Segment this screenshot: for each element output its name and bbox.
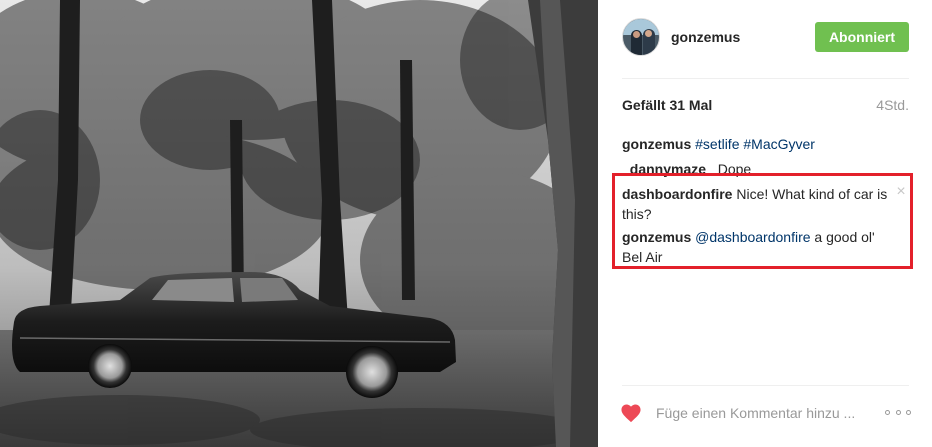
post-photo — [0, 0, 598, 447]
post-side-panel: gonzemus Abonniert Gefällt 31 Mal 4Std. … — [598, 0, 932, 447]
comment-input[interactable] — [656, 401, 876, 425]
hashtag-link[interactable]: #MacGyver — [743, 136, 815, 152]
comment-username[interactable]: gonzemus — [622, 136, 691, 152]
footer-divider — [622, 385, 909, 386]
more-options-icon[interactable] — [885, 407, 911, 417]
post-timestamp[interactable]: 4Std. — [876, 97, 909, 113]
post-header: gonzemus Abonniert — [598, 0, 932, 78]
follow-button[interactable]: Abonniert — [815, 22, 909, 52]
author-username-link[interactable]: gonzemus — [671, 29, 740, 45]
hashtag-link[interactable]: #setlife — [695, 136, 739, 152]
avatar[interactable] — [622, 18, 660, 56]
car-forest-photo — [0, 0, 598, 447]
highlight-box — [612, 173, 913, 269]
instagram-post: gonzemus Abonniert Gefällt 31 Mal 4Std. … — [0, 0, 932, 447]
header-divider — [622, 78, 909, 79]
caption-comment: gonzemus #setlife #MacGyver — [622, 134, 815, 154]
likes-count[interactable]: Gefällt 31 Mal — [622, 97, 712, 113]
heart-icon[interactable] — [620, 403, 642, 423]
